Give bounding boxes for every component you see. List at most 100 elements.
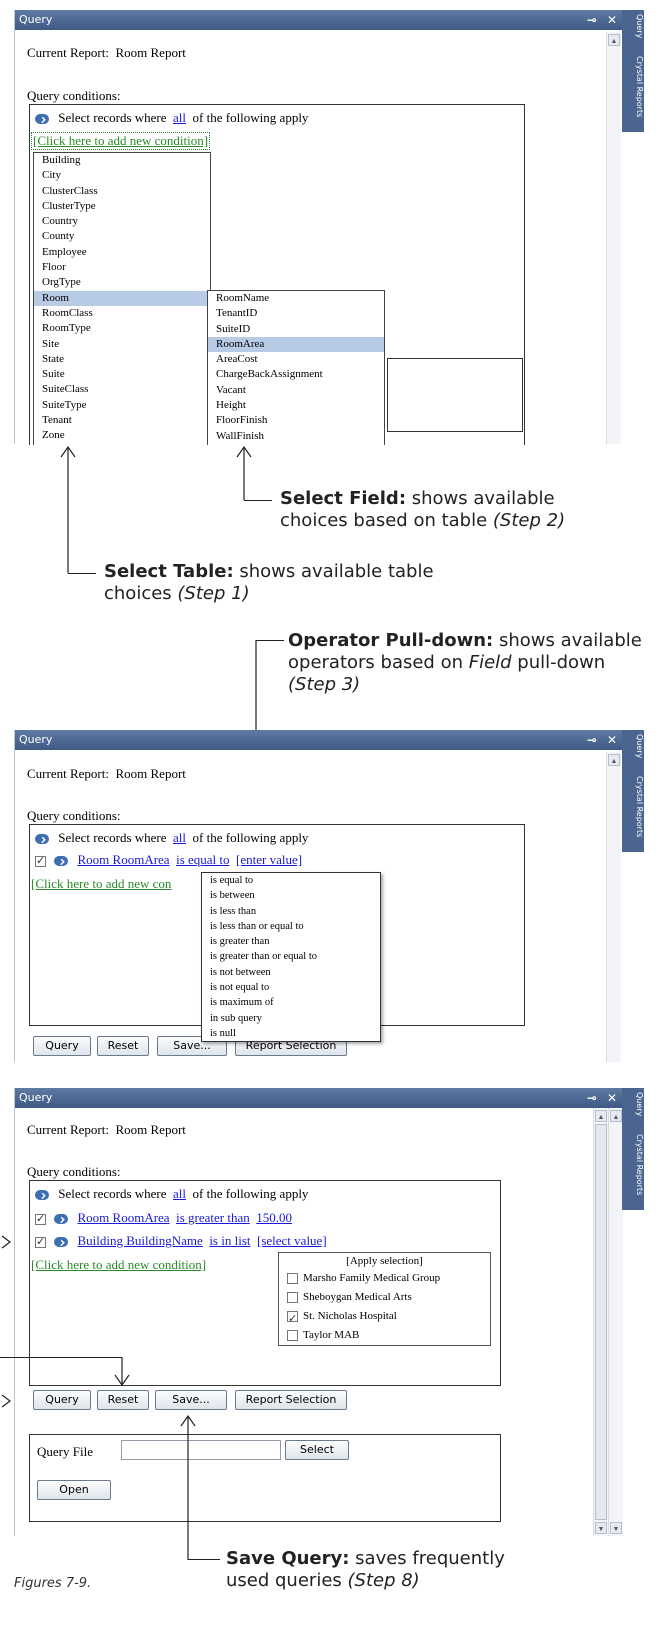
- list-item[interactable]: RoomClass: [34, 306, 210, 321]
- condition-field-link[interactable]: Room RoomArea: [78, 852, 170, 867]
- list-item[interactable]: is less than: [202, 904, 380, 919]
- scroll-up-icon[interactable]: ▲: [595, 1110, 607, 1122]
- condition-value-link[interactable]: 150.00: [256, 1210, 292, 1225]
- condition-field-link[interactable]: Building BuildingName: [78, 1233, 203, 1248]
- add-condition-link[interactable]: [Click here to add new condition]: [31, 1257, 206, 1273]
- add-condition-link[interactable]: [Click here to add new condition]: [31, 132, 211, 150]
- scroll-up-icon[interactable]: ▲: [608, 34, 620, 46]
- condition-value-link[interactable]: [enter value]: [236, 852, 302, 867]
- list-item[interactable]: Zone: [34, 428, 210, 443]
- list-item[interactable]: in sub query: [202, 1011, 380, 1026]
- option-checkbox[interactable]: [287, 1272, 298, 1284]
- options-icon[interactable]: [35, 1190, 49, 1201]
- options-icon[interactable]: [54, 856, 69, 867]
- vertical-scrollbar[interactable]: ▲: [606, 752, 621, 1062]
- condition-operator-link[interactable]: is equal to: [176, 852, 229, 867]
- query-file-input[interactable]: [121, 1440, 281, 1460]
- scroll-down-icon[interactable]: ▼: [595, 1522, 607, 1534]
- pin-icon[interactable]: ⊸: [587, 13, 597, 27]
- vertical-scrollbar[interactable]: ▲: [606, 32, 621, 444]
- pin-icon[interactable]: ⊸: [587, 733, 597, 747]
- list-item[interactable]: is maximum of: [202, 995, 380, 1010]
- operator-dropdown[interactable]: is equal to is between is less than is l…: [201, 872, 381, 1042]
- query-button[interactable]: Query: [33, 1390, 91, 1410]
- save-button[interactable]: Save...: [155, 1390, 227, 1410]
- list-item[interactable]: FloorFinish: [208, 413, 384, 428]
- list-item[interactable]: Sheboygan Medical Arts: [279, 1288, 490, 1307]
- list-item[interactable]: Country: [34, 214, 210, 229]
- list-item[interactable]: State: [34, 352, 210, 367]
- tab-crystal-reports[interactable]: Crystal Reports: [622, 1132, 644, 1208]
- list-item[interactable]: Vacant: [208, 383, 384, 398]
- condition-operator-link[interactable]: is in list: [209, 1233, 250, 1248]
- condition-checkbox[interactable]: [35, 1212, 46, 1225]
- scroll-up-icon[interactable]: ▲: [610, 1110, 622, 1122]
- close-icon[interactable]: ✕: [607, 1091, 617, 1105]
- condition-checkbox[interactable]: [35, 854, 46, 867]
- list-item[interactable]: Building: [34, 153, 210, 168]
- list-item[interactable]: WallFinish: [208, 429, 384, 444]
- list-item[interactable]: ChargeBackAssignment: [208, 367, 384, 382]
- list-item[interactable]: Suite: [34, 367, 210, 382]
- scroll-up-icon[interactable]: ▲: [608, 754, 620, 766]
- close-icon[interactable]: ✕: [607, 733, 617, 747]
- scroll-down-icon[interactable]: ▼: [610, 1522, 622, 1534]
- list-item[interactable]: ClusterClass: [34, 184, 210, 199]
- list-item[interactable]: is greater than: [202, 934, 380, 949]
- list-item[interactable]: Site: [34, 337, 210, 352]
- reset-button[interactable]: Reset: [97, 1390, 149, 1410]
- scope-link[interactable]: all: [173, 1186, 186, 1201]
- list-item[interactable]: SuiteType: [34, 398, 210, 413]
- tab-query[interactable]: Query: [622, 12, 644, 48]
- add-condition-link[interactable]: [Click here to add new con: [31, 876, 171, 892]
- list-item[interactable]: is between: [202, 888, 380, 903]
- list-item[interactable]: is null: [202, 1026, 380, 1041]
- list-item[interactable]: OrgType: [34, 275, 210, 290]
- list-item[interactable]: RoomType: [34, 321, 210, 336]
- open-button[interactable]: Open: [37, 1480, 111, 1500]
- scope-link[interactable]: all: [173, 110, 186, 125]
- pin-icon[interactable]: ⊸: [587, 1091, 597, 1105]
- list-item[interactable]: is equal to: [202, 873, 380, 888]
- condition-value-link[interactable]: [select value]: [257, 1233, 327, 1248]
- tab-crystal-reports[interactable]: Crystal Reports: [622, 774, 644, 850]
- list-item[interactable]: City: [34, 168, 210, 183]
- list-item[interactable]: is not equal to: [202, 980, 380, 995]
- options-icon[interactable]: [54, 1214, 69, 1225]
- list-item[interactable]: is not between: [202, 965, 380, 980]
- value-picker[interactable]: [Apply selection] Marsho Family Medical …: [278, 1252, 491, 1346]
- options-icon[interactable]: [35, 834, 49, 845]
- condition-operator-link[interactable]: is greater than: [176, 1210, 250, 1225]
- list-item-selected[interactable]: RoomArea: [208, 336, 384, 353]
- outer-scrollbar[interactable]: ▲ ▼: [608, 1108, 623, 1536]
- list-item[interactable]: SuiteID: [208, 322, 384, 337]
- tab-crystal-reports[interactable]: Crystal Reports: [622, 54, 644, 130]
- list-item[interactable]: RoomName: [208, 291, 384, 306]
- vertical-scrollbar[interactable]: ▲ ▼: [593, 1108, 608, 1536]
- list-item[interactable]: ClusterType: [34, 199, 210, 214]
- list-item[interactable]: is less than or equal to: [202, 919, 380, 934]
- reset-button[interactable]: Reset: [97, 1036, 149, 1056]
- tab-query[interactable]: Query: [622, 1090, 644, 1126]
- condition-checkbox[interactable]: [35, 1235, 46, 1248]
- field-list[interactable]: RoomName TenantID SuiteID RoomArea AreaC…: [207, 290, 385, 445]
- list-item-selected[interactable]: Room: [34, 290, 222, 306]
- apply-selection-link[interactable]: [Apply selection]: [279, 1253, 490, 1269]
- option-checkbox[interactable]: [287, 1291, 298, 1303]
- condition-field-link[interactable]: Room RoomArea: [78, 1210, 170, 1225]
- list-item[interactable]: Marsho Family Medical Group: [279, 1269, 490, 1288]
- close-icon[interactable]: ✕: [607, 13, 617, 27]
- list-item[interactable]: Floor: [34, 260, 210, 275]
- list-item[interactable]: Height: [208, 398, 384, 413]
- scope-link[interactable]: all: [173, 830, 186, 845]
- report-selection-button[interactable]: Report Selection: [235, 1390, 347, 1410]
- list-item[interactable]: TenantID: [208, 306, 384, 321]
- options-icon[interactable]: [35, 114, 49, 125]
- list-item[interactable]: Taylor MAB: [279, 1326, 490, 1345]
- options-icon[interactable]: [54, 1237, 69, 1248]
- list-item[interactable]: is greater than or equal to: [202, 949, 380, 964]
- option-checkbox[interactable]: [287, 1309, 298, 1328]
- list-item[interactable]: SuiteClass: [34, 382, 210, 397]
- select-button[interactable]: Select: [285, 1440, 349, 1460]
- list-item[interactable]: County: [34, 229, 210, 244]
